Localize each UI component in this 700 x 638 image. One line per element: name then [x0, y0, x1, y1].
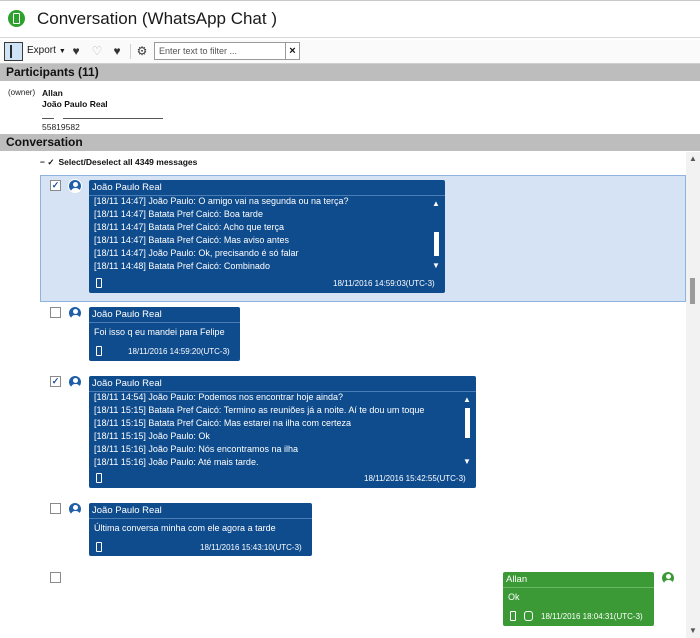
message-body: [18/11 14:47] João Paulo: O amigo vai na…: [94, 195, 349, 273]
select-all-toggle[interactable]: − ✓ Select/Deselect all 4349 messages: [40, 157, 197, 168]
avatar-icon: [68, 502, 82, 516]
message-line: [18/11 14:47] João Paulo: O amigo vai na…: [94, 196, 349, 206]
divider-line: [42, 118, 54, 119]
whatsapp-app-icon: [8, 10, 25, 27]
select-all-label: Select/Deselect all 4349 messages: [58, 157, 198, 167]
message-bubble[interactable]: João Paulo Real Última conversa minha co…: [89, 503, 312, 556]
message-line: [18/11 15:15] Batata Pref Caicó: Mas est…: [94, 418, 351, 428]
bookmark-add-icon[interactable]: ♥: [68, 44, 84, 58]
message-line: [18/11 15:16] João Paulo: Nós encontramo…: [94, 444, 298, 454]
message-timestamp: 18/11/2016 15:43:10(UTC-3): [200, 543, 302, 552]
message-sender: João Paulo Real: [92, 182, 162, 193]
filter-input[interactable]: [154, 42, 286, 60]
conversation-scrollbar[interactable]: ▲ ▼: [686, 152, 700, 638]
message-checkbox[interactable]: [50, 307, 61, 318]
message-bubble-outgoing[interactable]: Allan Ok 18/11/2016 18:04:31(UTC-3): [503, 572, 654, 626]
message-line: [18/11 14:48] Batata Pref Caicó: Combina…: [94, 261, 270, 271]
scroll-thumb[interactable]: [465, 408, 470, 438]
avatar-icon: [68, 179, 82, 193]
message-checkbox[interactable]: [50, 572, 61, 583]
message-checkbox[interactable]: ✓: [50, 376, 61, 387]
phone-icon: [96, 473, 102, 483]
participants-header[interactable]: Participants (11): [0, 64, 700, 81]
chevron-down-icon[interactable]: ▼: [463, 458, 471, 466]
message-line: [18/11 14:47] João Paulo: Ok, precisando…: [94, 248, 299, 258]
message-sender: João Paulo Real: [92, 309, 162, 320]
avatar-icon: [68, 306, 82, 320]
message-checkbox[interactable]: [50, 503, 61, 514]
bookmark-remove-icon[interactable]: ♡: [89, 44, 105, 58]
avatar-icon: [661, 571, 675, 585]
message-sender: João Paulo Real: [92, 505, 162, 516]
contact-icon: [524, 611, 533, 621]
participant-name: João Paulo Real: [42, 99, 108, 109]
gear-icon[interactable]: ⚙: [134, 44, 150, 58]
message-line: [18/11 14:54] João Paulo: Podemos nos en…: [94, 392, 344, 402]
phone-icon: [96, 278, 102, 288]
message-body: Ok: [508, 591, 520, 604]
participants-panel: (owner) Allan João Paulo Real 55819582: [0, 82, 700, 132]
scroll-thumb[interactable]: [690, 278, 695, 304]
chevron-up-icon[interactable]: ▲: [432, 200, 440, 208]
panel-toggle-icon[interactable]: [4, 42, 23, 61]
phone-icon: [96, 542, 102, 552]
message-sender: Allan: [506, 574, 528, 585]
clear-filter-button[interactable]: ×: [286, 42, 300, 60]
chevron-up-icon[interactable]: ▲: [463, 396, 471, 404]
message-line: [18/11 15:16] João Paulo: Até mais tarde…: [94, 457, 259, 467]
whatsapp-chat-window: Conversation (WhatsApp Chat ) Export ▼ ♥ …: [0, 0, 700, 638]
bubble-divider: [89, 322, 240, 323]
message-line: [18/11 14:47] Batata Pref Caicó: Mas avi…: [94, 235, 289, 245]
message-line: Foi isso q eu mandei para Felipe: [94, 327, 225, 337]
message-body: Foi isso q eu mandei para Felipe: [94, 326, 225, 339]
message-checkbox[interactable]: ✓: [50, 180, 61, 191]
message-bubble[interactable]: João Paulo Real [18/11 14:47] João Paulo…: [89, 180, 445, 293]
title-top-border: [0, 0, 700, 2]
bookmark-settings-icon[interactable]: ♥: [109, 44, 125, 58]
message-timestamp: 18/11/2016 14:59:03(UTC-3): [333, 279, 435, 288]
message-line: [18/11 15:15] João Paulo: Ok: [94, 431, 210, 441]
chevron-down-icon[interactable]: ▼: [432, 262, 440, 270]
chevron-up-icon[interactable]: ▲: [689, 154, 697, 163]
title-bar: Conversation (WhatsApp Chat ): [0, 0, 700, 38]
message-line: [18/11 14:47] Batata Pref Caicó: Acho qu…: [94, 222, 284, 232]
avatar-icon: [68, 375, 82, 389]
message-body: Última conversa minha com ele agora a ta…: [94, 522, 276, 535]
scroll-thumb[interactable]: [434, 232, 439, 256]
message-timestamp: 18/11/2016 18:04:31(UTC-3): [541, 612, 643, 621]
conversation-header[interactable]: Conversation: [0, 134, 700, 151]
toolbar-divider: [130, 44, 131, 59]
caret-down-icon: ▼: [58, 48, 66, 55]
message-scrollbar[interactable]: ▲ ▼: [432, 200, 440, 270]
export-button[interactable]: Export ▼: [27, 45, 66, 56]
message-timestamp: 18/11/2016 15:42:55(UTC-3): [364, 474, 466, 483]
message-line: Ok: [508, 592, 520, 602]
bubble-divider: [89, 518, 312, 519]
message-scrollbar[interactable]: ▲ ▼: [463, 396, 471, 466]
chevron-down-icon[interactable]: ▼: [689, 626, 697, 635]
message-sender: João Paulo Real: [92, 378, 162, 389]
phone-icon: [510, 611, 516, 621]
participant-number: 55819582: [42, 122, 80, 132]
message-bubble[interactable]: João Paulo Real [18/11 14:54] João Paulo…: [89, 376, 476, 488]
participant-name: Allan: [42, 88, 63, 98]
message-timestamp: 18/11/2016 14:59:20(UTC-3): [128, 347, 230, 356]
message-line: [18/11 14:47] Batata Pref Caicó: Boa tar…: [94, 209, 263, 219]
message-bubble[interactable]: João Paulo Real Foi isso q eu mandei par…: [89, 307, 240, 361]
message-line: Última conversa minha com ele agora a ta…: [94, 523, 276, 533]
export-label: Export: [27, 45, 56, 56]
message-body: [18/11 14:54] João Paulo: Podemos nos en…: [94, 391, 424, 469]
window-title: Conversation (WhatsApp Chat ): [37, 9, 277, 28]
message-line: [18/11 15:15] Batata Pref Caicó: Termino…: [94, 405, 425, 415]
toolbar: Export▼ ♥ ♡ ♥ ⚙ ×: [0, 40, 700, 64]
divider-line: [63, 118, 163, 119]
phone-icon: [96, 346, 102, 356]
owner-label: (owner): [8, 88, 36, 97]
collapse-icon: − ✓: [40, 157, 55, 167]
bubble-divider: [503, 587, 654, 588]
